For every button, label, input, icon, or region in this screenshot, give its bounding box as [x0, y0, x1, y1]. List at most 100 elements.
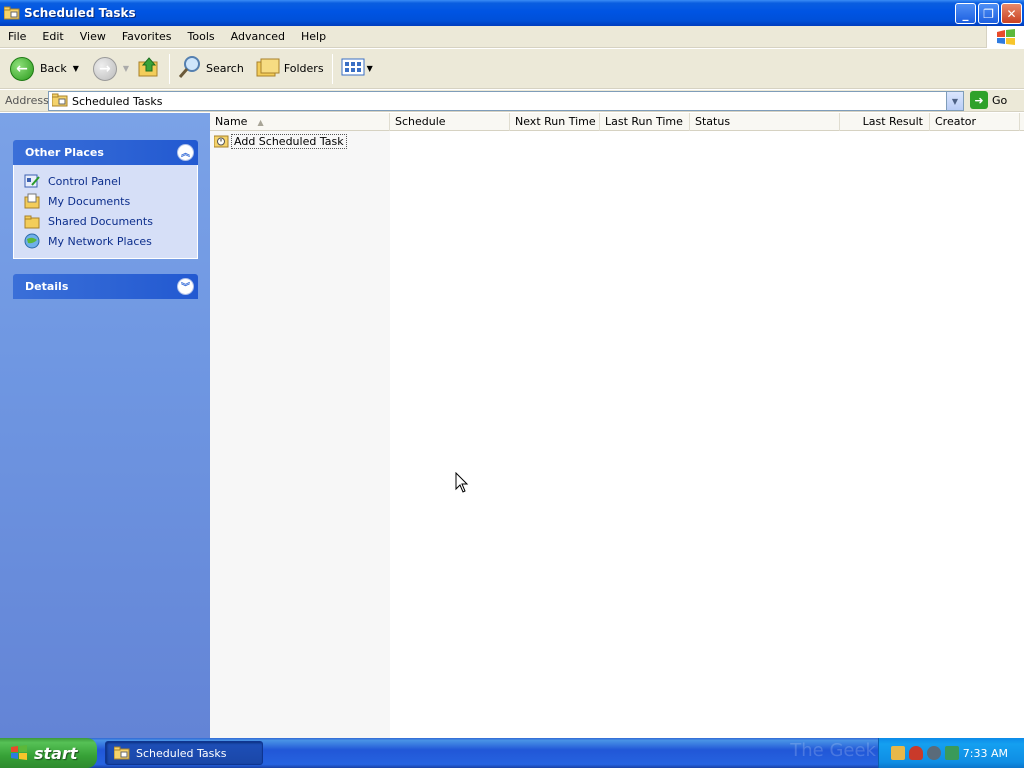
- back-arrow-icon: ←: [10, 56, 34, 81]
- other-places-header[interactable]: Other Places ︽: [13, 140, 198, 165]
- column-label: Creator: [935, 115, 977, 128]
- address-value: Scheduled Tasks: [72, 94, 163, 108]
- address-field[interactable]: Scheduled Tasks ▼: [48, 91, 964, 111]
- my-documents-icon: [24, 193, 40, 209]
- taskbar-window-label: Scheduled Tasks: [136, 746, 227, 760]
- scheduled-tasks-folder-icon: [3, 6, 20, 20]
- mouse-cursor-icon: [455, 471, 469, 494]
- windows-flag-icon: [10, 744, 28, 762]
- menu-view[interactable]: View: [72, 26, 114, 48]
- back-dropdown-icon[interactable]: ▼: [73, 64, 79, 73]
- taskbar-window-button[interactable]: Scheduled Tasks: [105, 741, 263, 765]
- scheduled-tasks-folder-icon: [51, 93, 68, 110]
- scheduled-tasks-folder-icon: [113, 746, 130, 760]
- link-my-documents[interactable]: My Documents: [24, 191, 197, 211]
- up-folder-button[interactable]: [133, 52, 165, 86]
- back-button[interactable]: ← Back ▼: [6, 52, 83, 86]
- standard-toolbar: ← Back ▼ → ▼ Search Folders ▼: [0, 49, 1024, 89]
- restore-button[interactable]: ❐: [978, 3, 999, 24]
- views-icon: [341, 57, 365, 80]
- file-list-view: Name ▲ Schedule Next Run Time Last Run Ti…: [210, 113, 1024, 738]
- link-my-network-places[interactable]: My Network Places: [24, 231, 197, 251]
- restore-icon: ❐: [983, 6, 994, 21]
- column-header-last-result[interactable]: Last Result: [840, 113, 930, 131]
- title-bar: Scheduled Tasks _ ❐ ✕: [0, 0, 1024, 26]
- forward-dropdown-icon[interactable]: ▼: [123, 64, 129, 73]
- menu-help[interactable]: Help: [293, 26, 334, 48]
- add-scheduled-task-icon: [213, 134, 229, 148]
- menu-tools[interactable]: Tools: [180, 26, 223, 48]
- link-label: Control Panel: [48, 174, 121, 188]
- close-icon: ✕: [1006, 6, 1017, 21]
- views-button[interactable]: ▼: [337, 52, 377, 86]
- minimize-button[interactable]: _: [955, 3, 976, 24]
- task-pane: Other Places ︽ Control Panel My Document…: [0, 113, 210, 738]
- menu-bar: File Edit View Favorites Tools Advanced …: [0, 26, 1024, 48]
- taskbar: start Scheduled Tasks The Geek Stuff 7:3…: [0, 738, 1024, 768]
- folders-label: Folders: [283, 62, 324, 75]
- other-places-title: Other Places: [25, 146, 104, 159]
- back-label: Back: [40, 62, 67, 75]
- windows-logo-icon: [986, 26, 1024, 48]
- column-header-creator[interactable]: Creator: [930, 113, 1020, 131]
- chevron-down-icon: ▼: [951, 96, 959, 106]
- link-control-panel[interactable]: Control Panel: [24, 171, 197, 191]
- window-title: Scheduled Tasks: [24, 6, 136, 20]
- column-header-name[interactable]: Name ▲: [210, 113, 390, 131]
- details-header[interactable]: Details ︾: [13, 274, 198, 299]
- search-icon: [178, 55, 202, 82]
- system-tray: 7:33 AM: [878, 738, 1024, 768]
- views-dropdown-icon[interactable]: ▼: [367, 64, 373, 73]
- expand-chevron-icon[interactable]: ︾: [177, 278, 194, 295]
- sort-ascending-icon: ▲: [257, 118, 264, 127]
- go-label: Go: [992, 93, 1008, 107]
- column-label: Last Result: [862, 115, 923, 128]
- tray-scheduler-icon[interactable]: [891, 746, 905, 760]
- network-globe-icon: [24, 233, 40, 249]
- link-shared-documents[interactable]: Shared Documents: [24, 211, 197, 231]
- control-panel-icon: [24, 173, 40, 189]
- column-header-schedule[interactable]: Schedule: [390, 113, 510, 131]
- column-label: Next Run Time: [515, 115, 596, 128]
- menu-edit[interactable]: Edit: [34, 26, 71, 48]
- folders-button[interactable]: Folders: [252, 52, 328, 86]
- collapse-chevron-icon[interactable]: ︽: [177, 144, 194, 161]
- search-button[interactable]: Search: [174, 52, 248, 86]
- toolbar-separator: [169, 53, 171, 84]
- address-bar: Address Scheduled Tasks ▼ ➜ Go: [0, 90, 1024, 112]
- list-item-label: Add Scheduled Task: [231, 133, 347, 149]
- tray-utility-icon[interactable]: [927, 746, 941, 760]
- close-button[interactable]: ✕: [1001, 3, 1022, 24]
- link-label: Shared Documents: [48, 214, 153, 228]
- start-label: start: [34, 743, 78, 763]
- column-label: Status: [695, 115, 731, 128]
- menu-favorites[interactable]: Favorites: [114, 26, 180, 48]
- column-label: Last Run Time: [605, 115, 683, 128]
- column-header-next-run-time[interactable]: Next Run Time: [510, 113, 600, 131]
- toolbar-separator: [331, 53, 333, 84]
- column-header-status[interactable]: Status: [690, 113, 840, 131]
- menu-advanced[interactable]: Advanced: [223, 26, 293, 48]
- start-button[interactable]: start: [0, 738, 97, 768]
- network-tray-icon[interactable]: [945, 746, 959, 760]
- address-dropdown-button[interactable]: ▼: [946, 92, 963, 110]
- address-label: Address: [5, 94, 49, 107]
- details-title: Details: [25, 280, 69, 293]
- other-places-panel: Control Panel My Documents Shared Docume…: [13, 165, 198, 259]
- column-header-last-run-time[interactable]: Last Run Time: [600, 113, 690, 131]
- link-label: My Network Places: [48, 234, 152, 248]
- search-label: Search: [206, 62, 244, 75]
- folders-icon: [256, 56, 280, 81]
- column-label: Schedule: [395, 115, 446, 128]
- link-label: My Documents: [48, 194, 131, 208]
- forward-button[interactable]: → ▼: [89, 52, 133, 86]
- menu-file[interactable]: File: [0, 26, 34, 48]
- up-folder-icon: [137, 55, 161, 82]
- column-header-row: Name ▲ Schedule Next Run Time Last Run Ti…: [210, 113, 1024, 131]
- minimize-icon: _: [962, 6, 969, 21]
- list-item[interactable]: Add Scheduled Task: [213, 133, 347, 149]
- security-shield-icon[interactable]: [909, 746, 923, 760]
- go-button[interactable]: ➜ Go: [970, 91, 1007, 109]
- system-clock[interactable]: 7:33 AM: [963, 747, 1008, 760]
- forward-arrow-icon: →: [92, 56, 117, 81]
